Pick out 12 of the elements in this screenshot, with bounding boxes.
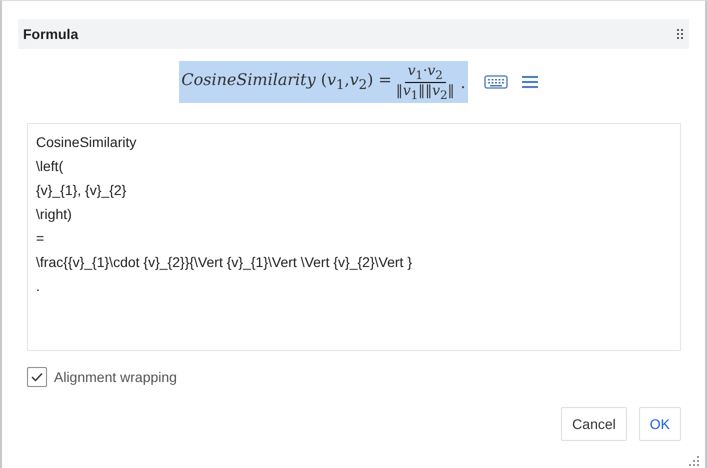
resize-grip-icon[interactable] bbox=[689, 456, 699, 466]
ok-button[interactable]: OK bbox=[638, 407, 681, 441]
checkmark-icon bbox=[31, 372, 43, 382]
menu-icon[interactable] bbox=[522, 75, 538, 89]
checkbox[interactable] bbox=[27, 367, 47, 387]
cancel-button[interactable]: Cancel bbox=[561, 407, 627, 441]
checkbox-label: Alignment wrapping bbox=[54, 369, 177, 385]
keyboard-icon[interactable] bbox=[484, 74, 508, 90]
latex-editor-field[interactable]: CosineSimilarity \left( {v}_{1}, {v}_{2} \right) = \frac{{v}_{1}\cdot {v}_{2}}{\Vert {v}_{1}\Vert \Vert {v}_{2}\Vert } . bbox=[27, 123, 681, 351]
formula-preview[interactable]: CosineSimilarity (v$_{1}$,v$_{2}$) = v$_{1}$·v$_{2}$ ‖v$_{1}$‖‖v$_{2}$‖ . bbox=[179, 61, 468, 103]
drag-handle-icon[interactable] bbox=[676, 28, 684, 40]
dialog-title: Formula bbox=[23, 26, 78, 42]
